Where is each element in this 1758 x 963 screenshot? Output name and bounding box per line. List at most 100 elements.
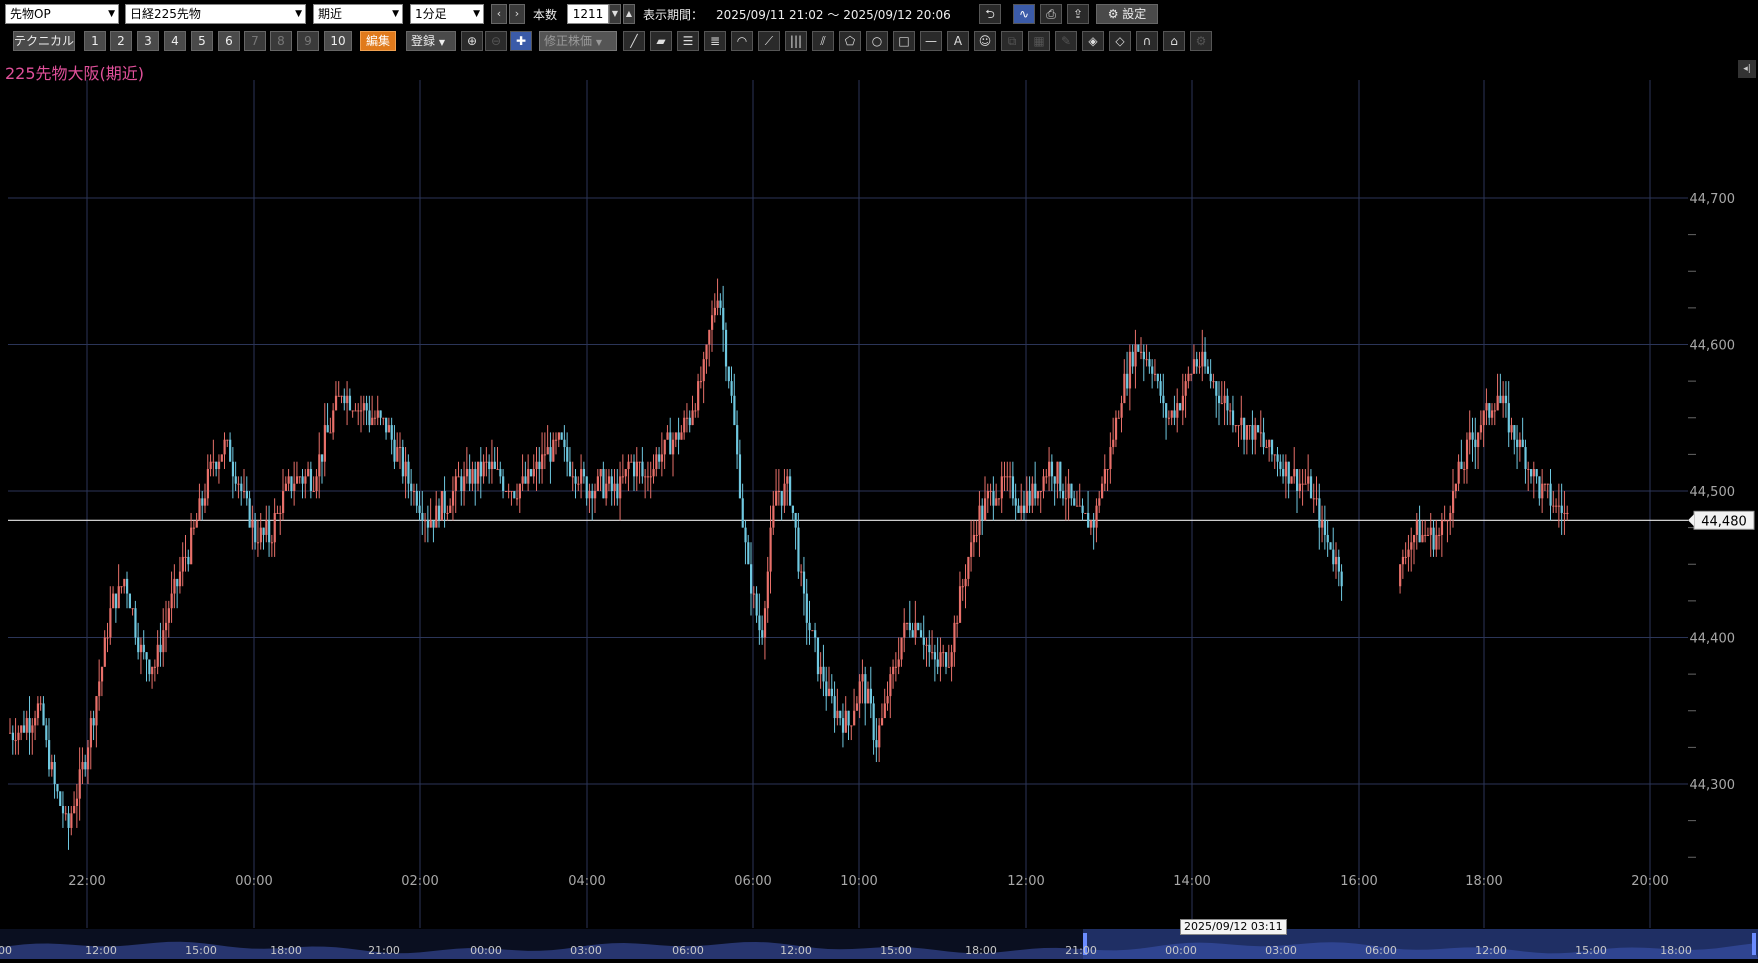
count-input[interactable]: 1211 xyxy=(567,4,609,24)
category-select[interactable]: 先物OP ▼ xyxy=(5,4,119,24)
candle-body xyxy=(1028,491,1031,506)
navigator-tick-label: 06:00 xyxy=(1365,944,1397,957)
copy-icon[interactable]: ⧉ xyxy=(1001,31,1023,51)
prev-button[interactable]: ‹ xyxy=(491,4,507,24)
multi-hline-icon[interactable]: ≣ xyxy=(704,31,726,51)
eraser-icon[interactable]: ◈ xyxy=(1082,31,1104,51)
candle-body xyxy=(741,498,744,528)
candle-body xyxy=(379,410,382,418)
candle-body xyxy=(479,461,482,477)
chevron-down-icon: ▼ xyxy=(392,9,399,19)
print-icon[interactable]: ⎙ xyxy=(1040,4,1062,24)
candle-body xyxy=(847,710,850,726)
export-icon[interactable]: ⇪ xyxy=(1067,4,1089,24)
count-up-button[interactable]: ▲ xyxy=(623,4,635,24)
candle-body xyxy=(925,644,928,646)
channel-icon[interactable]: ⫽ xyxy=(812,31,834,51)
preset-button-8[interactable]: 8 xyxy=(270,31,292,51)
candle-body xyxy=(864,674,867,704)
candle-body xyxy=(181,556,184,572)
candle-body xyxy=(1153,373,1157,375)
candle-body xyxy=(1017,505,1020,513)
tool-settings-icon[interactable]: ⚙ xyxy=(1190,31,1212,51)
preset-button-1[interactable]: 1 xyxy=(84,31,106,51)
preset-button-3[interactable]: 3 xyxy=(137,31,159,51)
candle-body xyxy=(1407,549,1410,557)
navigator-tooltip: 2025/09/12 03:11 xyxy=(1180,919,1287,935)
candle-body xyxy=(1418,520,1421,543)
candle-body xyxy=(1502,395,1505,404)
magnet-icon[interactable]: ∩ xyxy=(1136,31,1158,51)
edit-button[interactable]: 編集 xyxy=(360,31,396,51)
candlestick-chart[interactable]: 44,700 44,600 44,500 44,400 44,300 22:00 00:00… xyxy=(0,60,1758,929)
candle-body xyxy=(184,556,187,558)
hlines-icon[interactable]: ☰ xyxy=(677,31,699,51)
y-tick-label: 44,600 xyxy=(1690,339,1736,354)
vlines-icon[interactable]: ||| xyxy=(785,31,807,51)
zoom-out-icon[interactable]: ⊖ xyxy=(485,31,507,51)
trendline-icon[interactable]: ╱ xyxy=(623,31,645,51)
interval-select[interactable]: 1分足 ▼ xyxy=(410,4,484,24)
candle-body xyxy=(1048,461,1051,477)
hline-icon[interactable]: — xyxy=(920,31,942,51)
ruler-icon[interactable]: ▰ xyxy=(650,31,672,51)
candle-body xyxy=(711,315,714,330)
lock-icon[interactable]: ⌂ xyxy=(1163,31,1185,51)
grid-icon[interactable]: ▦ xyxy=(1028,31,1050,51)
navigator-tick-label: 15:00 xyxy=(185,944,217,957)
candle-body xyxy=(1491,410,1494,418)
zoom-in-icon[interactable]: ⊕ xyxy=(461,31,483,51)
candle-body xyxy=(493,461,496,470)
circle-icon[interactable]: ○ xyxy=(866,31,888,51)
candle-body xyxy=(1237,425,1240,427)
symbol-select[interactable]: 日経225先物 ▼ xyxy=(125,4,306,24)
pentagon-icon[interactable]: ⬠ xyxy=(839,31,861,51)
candle-body xyxy=(1298,483,1301,491)
eraser-all-icon[interactable]: ◇ xyxy=(1109,31,1131,51)
candle-body xyxy=(14,740,17,742)
candle-body xyxy=(20,725,23,733)
preset-button-6[interactable]: 6 xyxy=(218,31,240,51)
chart-mode-icon[interactable]: ∿ xyxy=(1013,4,1035,24)
preset-button-4[interactable]: 4 xyxy=(164,31,186,51)
candle-body xyxy=(1560,505,1563,513)
candle-body xyxy=(1109,447,1112,470)
preset-button-9[interactable]: 9 xyxy=(297,31,319,51)
text-icon[interactable]: A xyxy=(947,31,969,51)
preset-button-5[interactable]: 5 xyxy=(191,31,213,51)
candle-body xyxy=(1446,520,1449,522)
candle-body xyxy=(1140,351,1143,353)
fibo-arc-icon[interactable]: ◠ xyxy=(731,31,753,51)
candle-body xyxy=(513,491,516,499)
preset-button-7[interactable]: 7 xyxy=(244,31,266,51)
candle-body xyxy=(833,696,836,719)
technical-button[interactable]: テクニカル xyxy=(13,31,75,51)
candle-body xyxy=(234,476,237,484)
adjust-price-select[interactable]: 修正株価 ▼ xyxy=(539,31,617,51)
preset-button-10[interactable]: 10 xyxy=(324,31,352,51)
range-navigator[interactable]: 00 12:00 15:00 18:00 21:00 00:00 03:00 06:00 12:… xyxy=(0,929,1758,959)
stamp-icon[interactable]: ☺ xyxy=(974,31,996,51)
crosshair-icon[interactable]: ✚ xyxy=(510,31,532,51)
contract-select[interactable]: 期近 ▼ xyxy=(313,4,403,24)
fan-icon[interactable]: ⟋ xyxy=(758,31,780,51)
candle-body xyxy=(1145,359,1148,361)
preset-button-2[interactable]: 2 xyxy=(110,31,132,51)
undo-icon[interactable]: ⮌ xyxy=(979,4,1001,24)
candle-body xyxy=(1039,491,1042,492)
candle-body xyxy=(410,483,413,491)
comment-icon[interactable]: ✎ xyxy=(1055,31,1077,51)
x-tick-label: 20:00 xyxy=(1631,874,1668,889)
candle-body xyxy=(736,425,739,455)
candle-body xyxy=(145,652,148,660)
x-tick-label: 18:00 xyxy=(1465,874,1502,889)
navigator-handle-right xyxy=(1752,933,1756,955)
candle-body xyxy=(1212,381,1215,383)
candle-body xyxy=(552,439,555,462)
count-down-button[interactable]: ▼ xyxy=(609,4,621,24)
next-button[interactable]: › xyxy=(509,4,525,24)
candle-body xyxy=(176,578,179,587)
rectangle-icon[interactable]: □ xyxy=(893,31,915,51)
settings-button[interactable]: ⚙ 設定 xyxy=(1096,4,1158,24)
register-button[interactable]: 登録 ▼ xyxy=(406,31,456,51)
